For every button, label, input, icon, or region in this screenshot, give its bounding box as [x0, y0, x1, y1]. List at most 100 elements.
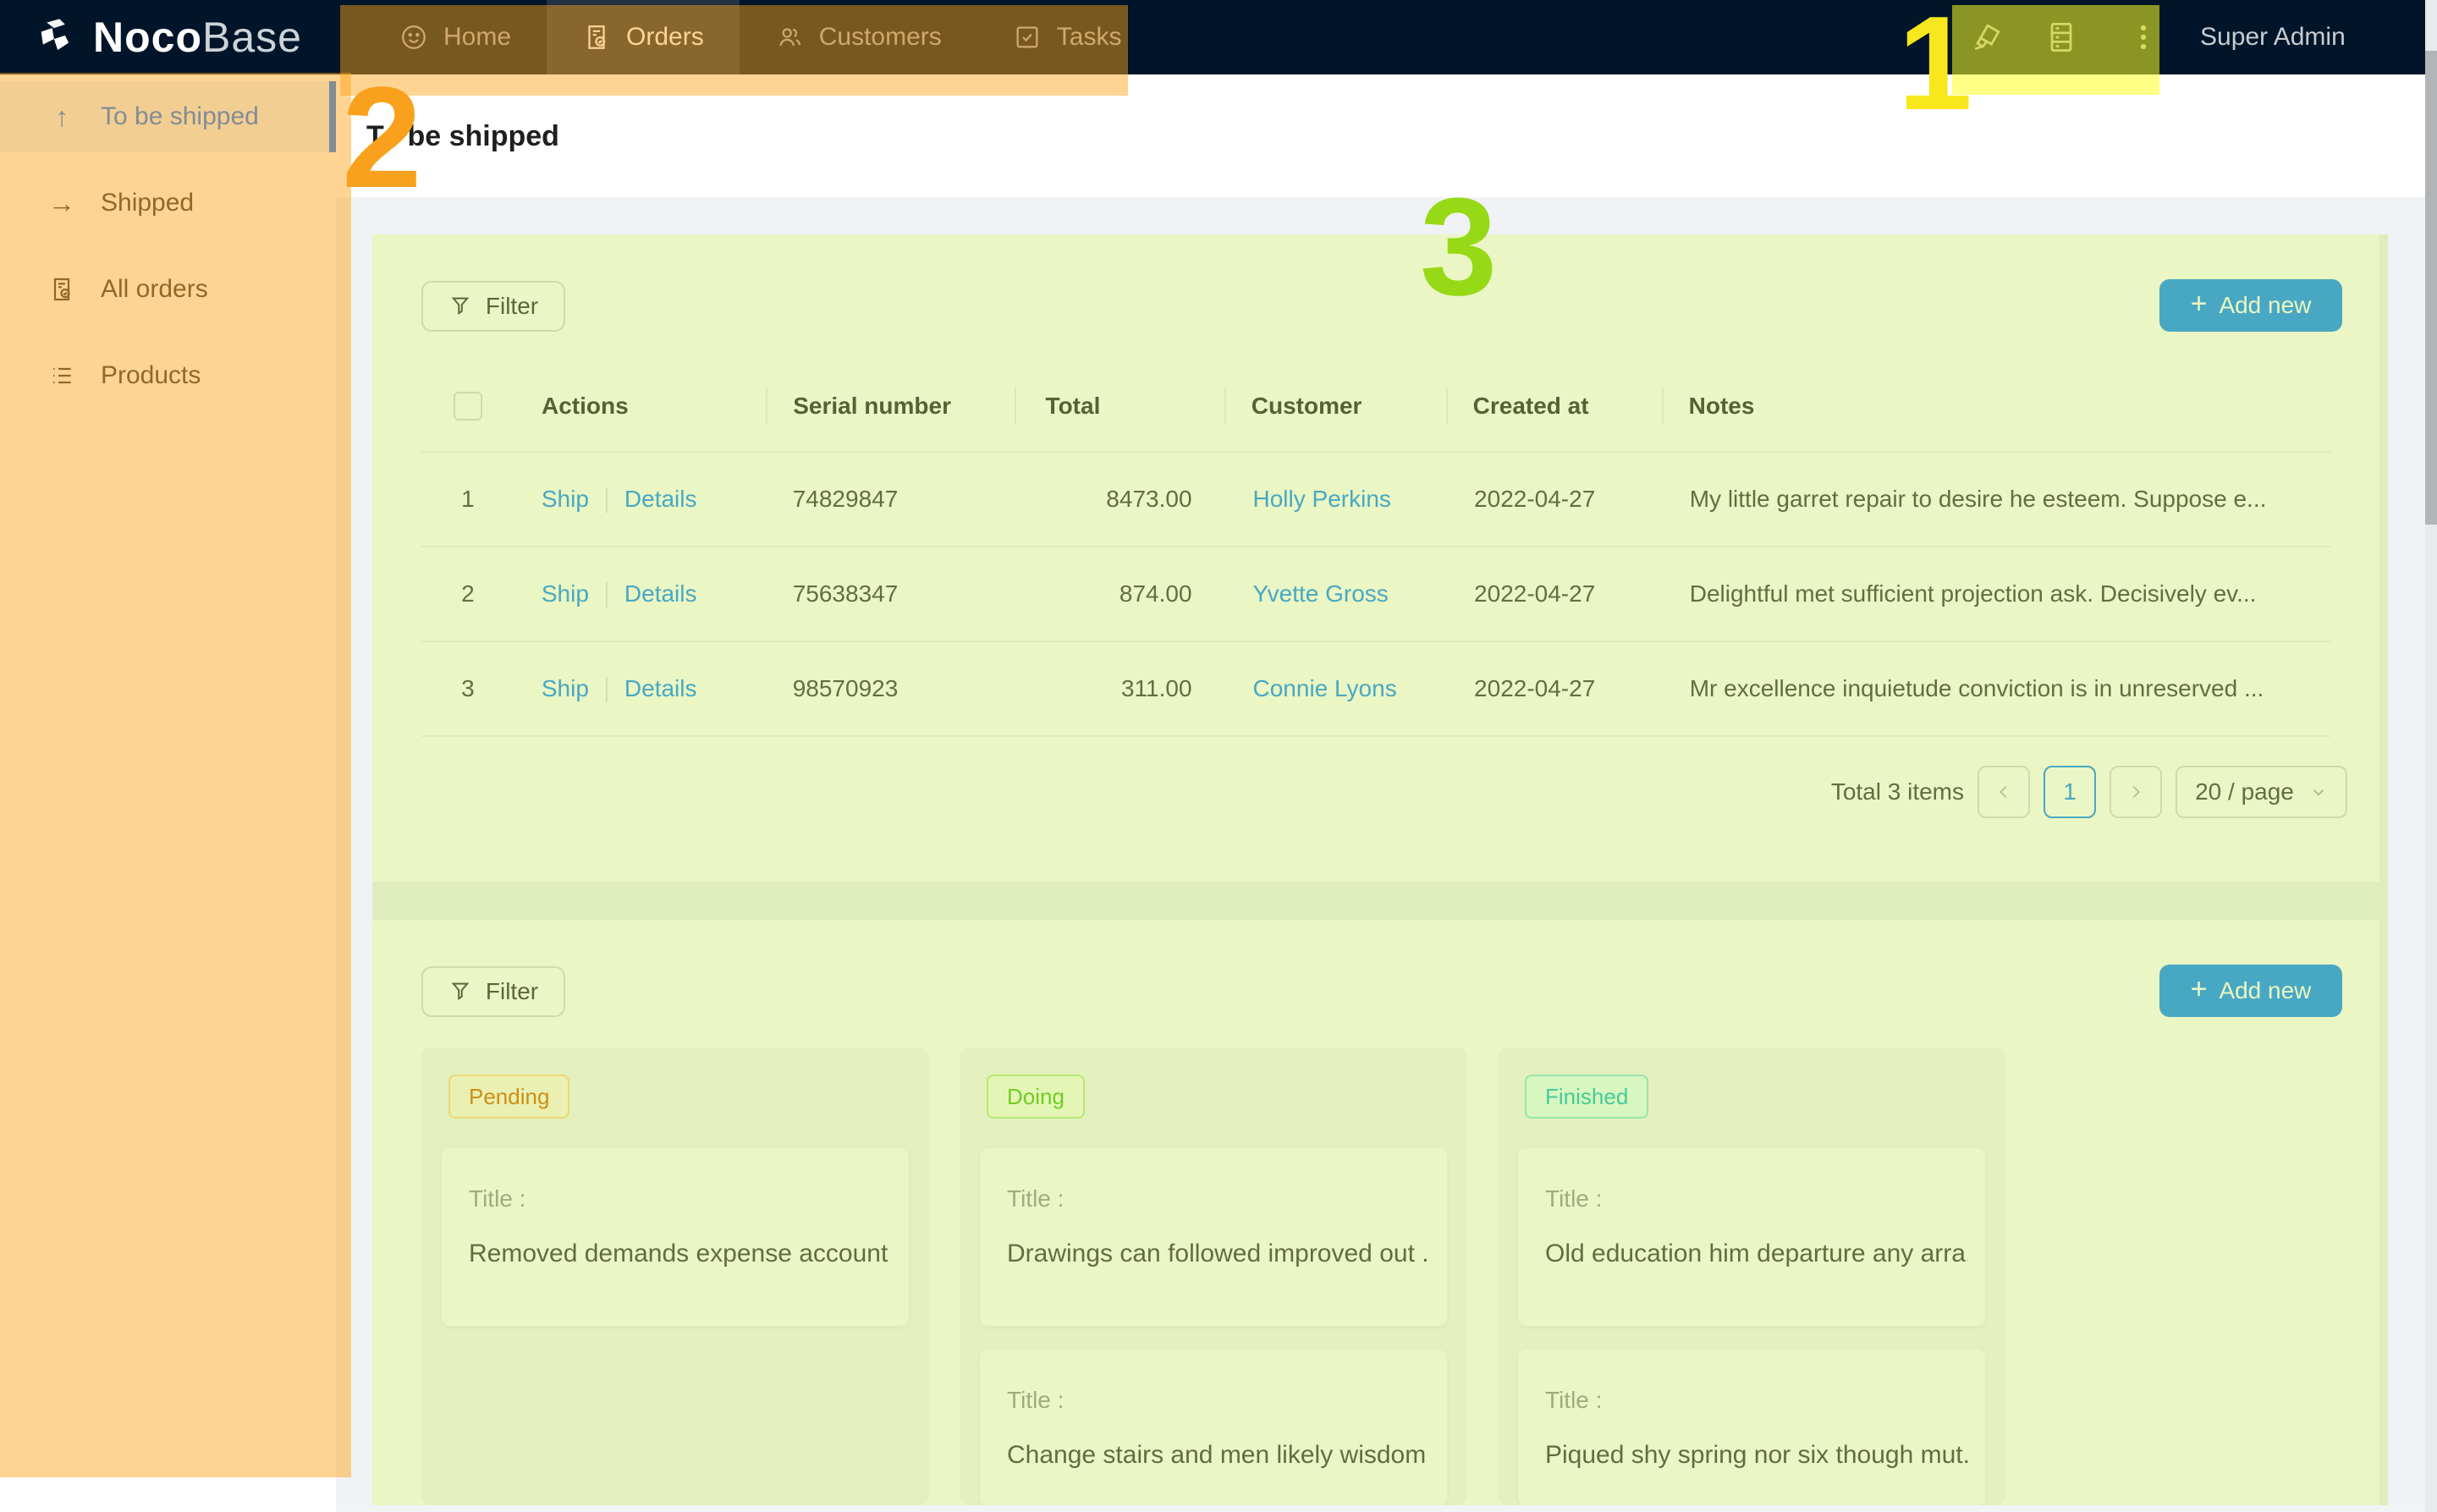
serial-number-cell: 75638347 [766, 580, 1014, 608]
sidebar-item-label: To be shipped [101, 102, 259, 131]
tab-home[interactable]: Home [364, 0, 547, 74]
tab-orders-label: Orders [626, 23, 704, 52]
customer-cell: Yvette Gross [1226, 580, 1448, 608]
kanban-card[interactable]: Title : Drawings can followed improved o… [980, 1148, 1447, 1326]
table-row: 3 ShipDetails 98570923 311.00 Connie Lyo… [421, 642, 2330, 737]
check-square-icon [1013, 23, 1042, 52]
kanban-column-doing: Doing Title : Drawings can followed impr… [960, 1047, 1467, 1505]
kanban-card[interactable]: Title : Piqued shy spring nor six though… [1518, 1350, 1985, 1505]
tab-tasks-label: Tasks [1057, 23, 1122, 52]
customer-cell: Connie Lyons [1226, 675, 1448, 702]
tab-home-label: Home [443, 23, 511, 52]
details-link[interactable]: Details [624, 486, 697, 512]
serial-number-cell: 98570923 [766, 675, 1014, 702]
nav-tabs: Home Orders Customers [364, 0, 1157, 74]
add-new-label: Add new [2219, 977, 2311, 1004]
action-divider [606, 582, 608, 608]
team-icon [775, 23, 804, 52]
file-done-icon [45, 276, 79, 303]
kanban-card[interactable]: Title : Old education him departure any … [1518, 1148, 1985, 1326]
column-header-created-at[interactable]: Created at [1446, 384, 1662, 428]
kanban-card[interactable]: Title : Removed demands expense account … [442, 1148, 909, 1326]
arrow-right-icon: → [45, 188, 79, 219]
page-title: To be shipped [366, 120, 559, 153]
kanban-card[interactable]: Title : Change stairs and men likely wis… [980, 1350, 1447, 1505]
add-new-button[interactable]: + Add new [2159, 279, 2342, 332]
row-index: 2 [421, 580, 514, 608]
row-actions: Ship Details [514, 580, 766, 608]
pagination-total: Total 3 items [1831, 778, 1964, 805]
serial-number-cell: 74829847 [766, 486, 1014, 513]
table-header-row: Actions Serial number Total Customer Cre… [421, 360, 2330, 453]
status-badge-pending: Pending [448, 1075, 569, 1119]
sidebar-item-products[interactable]: Products [0, 340, 336, 411]
total-cell: 8473.00 [1014, 486, 1226, 513]
card-title: Old education him departure any arra... [1545, 1240, 1968, 1268]
collections-icon[interactable] [2043, 0, 2080, 74]
card-field-label: Title : [1545, 1387, 1602, 1414]
status-badge-doing: Doing [987, 1075, 1085, 1119]
customer-link[interactable]: Connie Lyons [1253, 675, 1397, 701]
orders-block: Filter + Add new Actions Serial number T… [372, 234, 2379, 882]
table-row: 2 ShipDetails 75638347 874.00 Yvette Gro… [421, 547, 2330, 642]
nocobase-app: NocoBase Home Orders [0, 0, 2437, 1512]
file-check-icon [582, 23, 611, 52]
horizontal-scrollbar-track [336, 1505, 2425, 1512]
tab-customers-label: Customers [819, 23, 942, 52]
add-new-button[interactable]: + Add new [2159, 965, 2342, 1017]
orders-table: Actions Serial number Total Customer Cre… [421, 360, 2330, 737]
sidebar-item-to-be-shipped[interactable]: ↑ To be shipped [0, 81, 336, 152]
card-title: Piqued shy spring nor six though mut... [1545, 1441, 1968, 1470]
customer-link[interactable]: Yvette Gross [1253, 580, 1389, 607]
status-badge-finished: Finished [1525, 1075, 1648, 1119]
details-link[interactable]: Details [624, 675, 697, 701]
highlighter-icon[interactable] [1968, 0, 2005, 74]
column-header-total[interactable]: Total [1015, 384, 1224, 428]
page-1-button[interactable]: 1 [2044, 766, 2096, 818]
select-all-checkbox[interactable] [454, 392, 482, 421]
card-field-label: Title : [1007, 1387, 1064, 1414]
logo-text-light: Base [202, 14, 302, 61]
card-title: Removed demands expense account i... [469, 1240, 892, 1268]
sidebar-item-shipped[interactable]: → Shipped [0, 168, 336, 239]
sidebar-item-all-orders[interactable]: All orders [0, 254, 336, 325]
kanban-column-finished: Finished Title : Old education him depar… [1498, 1047, 2005, 1505]
kanban-column-pending: Pending Title : Removed demands expense … [421, 1047, 929, 1505]
customer-cell: Holly Perkins [1226, 486, 1448, 513]
pagination: Total 3 items 1 20 / page [1831, 766, 2347, 818]
next-page-button[interactable] [2110, 766, 2162, 818]
row-actions: Ship Details [514, 486, 766, 514]
column-header-notes[interactable]: Notes [1662, 384, 2330, 428]
column-header-customer[interactable]: Customer [1224, 384, 1446, 428]
notes-cell: Delightful met sufficient projection ask… [1663, 580, 2330, 608]
filter-button[interactable]: Filter [421, 281, 565, 332]
funnel-icon [448, 294, 472, 318]
ship-link[interactable]: Ship [542, 580, 589, 607]
prev-page-button[interactable] [1978, 766, 2030, 818]
filter-button[interactable]: Filter [421, 966, 565, 1017]
scrollbar-thumb[interactable] [2425, 51, 2437, 525]
tasks-kanban-block: Filter + Add new Pending Title : Removed… [372, 920, 2379, 1505]
logo-text-bold: Noco [93, 14, 202, 61]
card-field-label: Title : [1545, 1185, 1602, 1212]
tab-customers[interactable]: Customers [740, 0, 977, 74]
card-field-label: Title : [1007, 1185, 1064, 1212]
kebab-icon[interactable] [2129, 0, 2158, 74]
chevron-right-icon [2126, 783, 2145, 801]
tab-orders[interactable]: Orders [547, 0, 740, 74]
ship-link[interactable]: Ship [542, 486, 589, 512]
details-link[interactable]: Details [624, 580, 697, 607]
ship-link[interactable]: Ship [542, 675, 589, 701]
page-size-select[interactable]: 20 / page [2176, 766, 2347, 818]
customer-link[interactable]: Holly Perkins [1253, 486, 1391, 512]
nocobase-logo[interactable]: NocoBase [34, 0, 302, 74]
column-header-actions[interactable]: Actions [514, 384, 766, 428]
arrow-up-icon: ↑ [45, 102, 79, 133]
created-at-cell: 2022-04-27 [1447, 675, 1663, 702]
user-name: Super Admin [2200, 23, 2346, 52]
page-size-value: 20 / page [2195, 778, 2294, 805]
chevron-left-icon [1994, 783, 2013, 801]
tab-tasks[interactable]: Tasks [977, 0, 1158, 74]
column-header-serial[interactable]: Serial number [766, 384, 1014, 428]
user-menu[interactable]: Super Admin [2200, 0, 2346, 74]
